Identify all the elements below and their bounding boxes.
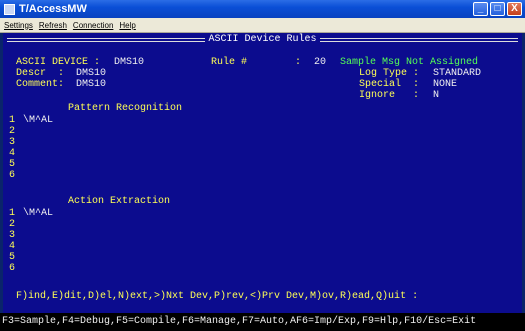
device-label: ASCII DEVICE : — [16, 57, 101, 68]
pattern-line-number: 2 — [9, 126, 16, 137]
minimize-button[interactable]: _ — [473, 2, 488, 16]
action-line-number: 1 — [9, 208, 16, 219]
rule-value: 20 — [314, 57, 327, 68]
action-line-number: 3 — [9, 230, 16, 241]
ignore-value: N — [433, 90, 440, 101]
pattern-line-number: 4 — [9, 148, 16, 159]
app-window: T/AccessMW _ □ X Settings Refresh Connec… — [0, 0, 525, 331]
action-line-number: 5 — [9, 252, 16, 263]
menu-help[interactable]: Help — [119, 21, 135, 30]
rule-label: Rule # — [211, 57, 248, 68]
comment-label: Comment: — [16, 79, 65, 90]
window-title: T/AccessMW — [19, 3, 87, 15]
log-type-value: STANDARD — [433, 68, 482, 79]
log-type-label: Log Type : — [359, 68, 420, 79]
function-key-bar[interactable]: F3=Sample,F4=Debug,F5=Compile,F6=Manage,… — [0, 313, 525, 331]
screen-title-wrap: ASCII Device Rules — [3, 34, 522, 46]
pattern-line-number: 3 — [9, 137, 16, 148]
comment-value: DMS10 — [76, 79, 107, 90]
action-line-number: 4 — [9, 241, 16, 252]
menu-settings[interactable]: Settings — [4, 21, 33, 30]
pattern-line-number: 1 — [9, 115, 16, 126]
pattern-heading: Pattern Recognition — [68, 103, 183, 114]
status-message: Sample Msg Not Assigned — [340, 57, 479, 68]
descr-value: DMS10 — [76, 68, 107, 79]
descr-label: Descr : — [16, 68, 65, 79]
app-icon — [4, 3, 15, 15]
title-bar[interactable]: T/AccessMW _ □ X — [0, 0, 525, 18]
ignore-label: Ignore : — [359, 90, 420, 101]
special-label: Special : — [359, 79, 420, 90]
action-line-number: 2 — [9, 219, 16, 230]
window-controls: _ □ X — [473, 2, 522, 16]
maximize-button[interactable]: □ — [490, 2, 505, 16]
pattern-line-text[interactable]: \M^AL — [23, 116, 53, 126]
device-value: DMS10 — [114, 57, 145, 68]
terminal-screen[interactable]: ASCII Device Rules ASCII DEVICE : DMS10 … — [3, 33, 522, 328]
command-line[interactable]: F)ind,E)dit,D)el,N)ext,>)Nxt Dev,P)rev,<… — [16, 292, 418, 302]
menu-bar: Settings Refresh Connection Help — [0, 18, 525, 33]
pattern-line-number: 5 — [9, 159, 16, 170]
action-heading: Action Extraction — [68, 196, 171, 207]
menu-refresh[interactable]: Refresh — [39, 21, 67, 30]
close-button[interactable]: X — [507, 2, 522, 16]
menu-connection[interactable]: Connection — [73, 21, 113, 30]
special-value: NONE — [433, 79, 458, 90]
action-line-number: 6 — [9, 263, 16, 274]
pattern-line-number: 6 — [9, 170, 16, 181]
rule-separator: : — [295, 57, 302, 68]
action-line-text[interactable]: \M^AL — [23, 209, 53, 219]
screen-title: ASCII Device Rules — [205, 34, 320, 45]
